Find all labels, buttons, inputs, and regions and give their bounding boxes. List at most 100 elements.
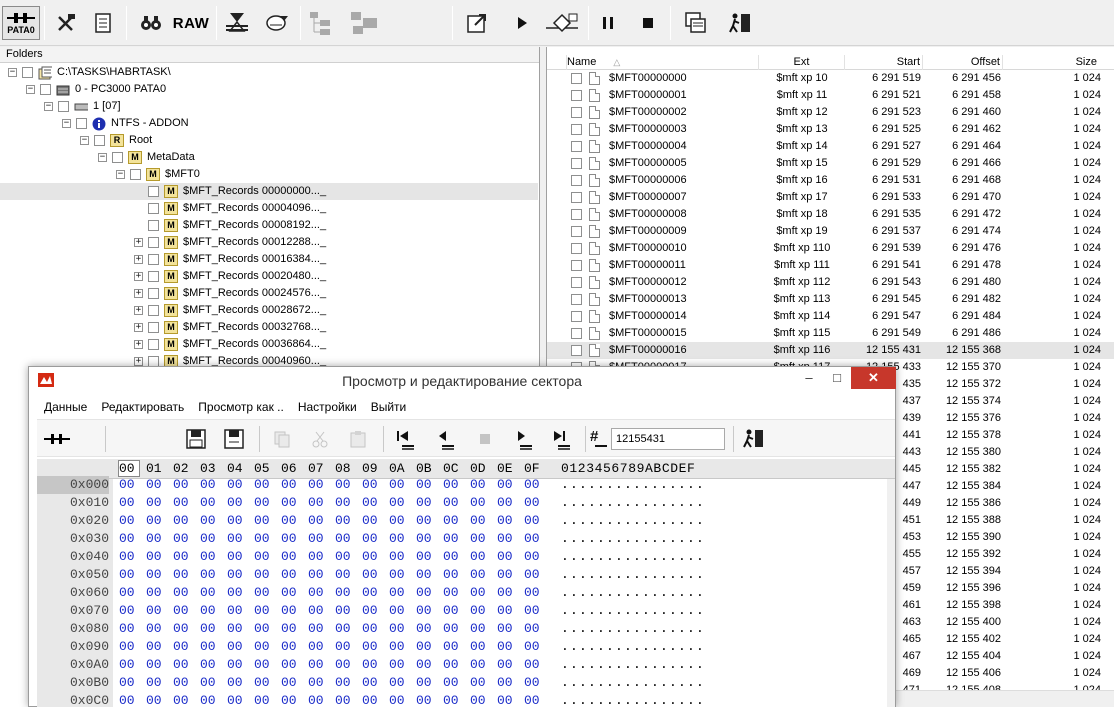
hex-byte[interactable]: 00: [443, 566, 459, 584]
list-row[interactable]: $MFT00000009 $mft xp 19 6 291 537 6 291 474…: [547, 223, 1114, 240]
hex-byte[interactable]: 00: [389, 494, 405, 512]
hex-byte[interactable]: 00: [146, 656, 162, 674]
hex-byte[interactable]: 00: [335, 620, 351, 638]
tree-node[interactable]: + M $MFT_Records 00028672..._: [0, 302, 538, 319]
hex-byte[interactable]: 00: [173, 692, 189, 707]
list-row[interactable]: $MFT00000016 $mft xp 116 12 155 431 12 155 …: [547, 342, 1114, 359]
hex-byte[interactable]: 00: [362, 512, 378, 530]
tree-node[interactable]: M $MFT_Records 00008192..._: [0, 217, 538, 234]
pata0-device-button[interactable]: PATA0: [2, 6, 40, 40]
hex-byte[interactable]: 00: [389, 548, 405, 566]
hex-byte[interactable]: 00: [389, 638, 405, 656]
collapse-toggle[interactable]: −: [62, 119, 71, 128]
hex-byte[interactable]: 00: [227, 674, 243, 692]
tree-node-checkbox[interactable]: [148, 322, 159, 333]
hex-byte[interactable]: 00: [470, 476, 486, 494]
hex-byte[interactable]: 00: [227, 494, 243, 512]
hex-byte[interactable]: 00: [200, 638, 216, 656]
hex-byte[interactable]: 00: [119, 602, 135, 620]
ascii-row[interactable]: ................: [561, 512, 705, 530]
hex-byte[interactable]: 00: [281, 674, 297, 692]
hex-byte[interactable]: 00: [173, 530, 189, 548]
hex-byte[interactable]: 00: [173, 548, 189, 566]
hex-byte[interactable]: 00: [497, 566, 513, 584]
hex-byte[interactable]: 00: [227, 476, 243, 494]
list-row[interactable]: $MFT00000014 $mft xp 114 6 291 547 6 291 48…: [547, 308, 1114, 325]
ascii-row[interactable]: ................: [561, 584, 705, 602]
hex-byte[interactable]: 00: [254, 584, 270, 602]
dialog-titlebar[interactable]: Просмотр и редактирование сектора – □ ✕: [29, 367, 896, 397]
list-row[interactable]: $MFT00000001 $mft xp 11 6 291 521 6 291 458…: [547, 87, 1114, 104]
hex-byte[interactable]: 00: [254, 548, 270, 566]
hex-byte[interactable]: 00: [416, 602, 432, 620]
ascii-row[interactable]: ................: [561, 674, 705, 692]
expand-toggle[interactable]: +: [134, 306, 143, 315]
hex-byte[interactable]: 00: [524, 692, 540, 707]
hex-byte[interactable]: 00: [362, 692, 378, 707]
exit-button[interactable]: [724, 6, 756, 40]
hex-byte[interactable]: 00: [497, 584, 513, 602]
expand-toggle[interactable]: +: [134, 357, 143, 366]
hex-byte[interactable]: 00: [524, 512, 540, 530]
hex-byte[interactable]: 00: [362, 602, 378, 620]
pause-button[interactable]: [594, 6, 622, 40]
open-task-button[interactable]: [462, 6, 492, 40]
ascii-row[interactable]: ................: [561, 638, 705, 656]
sector-tool-button[interactable]: [222, 6, 252, 40]
hex-byte[interactable]: 00: [335, 674, 351, 692]
expand-toggle[interactable]: +: [134, 255, 143, 264]
hex-byte[interactable]: 00: [146, 476, 162, 494]
ascii-row[interactable]: ................: [561, 566, 705, 584]
hex-byte[interactable]: 00: [389, 692, 405, 707]
hex-byte[interactable]: 00: [281, 620, 297, 638]
hex-byte[interactable]: 00: [470, 548, 486, 566]
tree-node-checkbox[interactable]: [148, 186, 159, 197]
hex-byte[interactable]: 00: [497, 494, 513, 512]
expand-toggle[interactable]: +: [134, 272, 143, 281]
hex-byte[interactable]: 00: [281, 566, 297, 584]
hex-byte[interactable]: 00: [524, 530, 540, 548]
hex-byte[interactable]: 00: [362, 530, 378, 548]
size-column-header[interactable]: Size: [1003, 55, 1099, 70]
expand-toggle[interactable]: +: [134, 238, 143, 247]
hex-byte[interactable]: 00: [146, 602, 162, 620]
list-row[interactable]: $MFT00000013 $mft xp 113 6 291 545 6 291 48…: [547, 291, 1114, 308]
hex-byte[interactable]: 00: [146, 638, 162, 656]
ext-column-header[interactable]: Ext: [759, 55, 845, 70]
start-column-header[interactable]: Start: [845, 55, 923, 70]
hex-byte[interactable]: 00: [497, 656, 513, 674]
hex-byte[interactable]: 00: [200, 674, 216, 692]
list-row[interactable]: $MFT00000015 $mft xp 115 6 291 549 6 291 48…: [547, 325, 1114, 342]
tree-node-checkbox[interactable]: [130, 169, 141, 180]
tree-node[interactable]: + M $MFT_Records 00012288..._: [0, 234, 538, 251]
hex-byte[interactable]: 00: [335, 566, 351, 584]
hex-byte[interactable]: 00: [470, 566, 486, 584]
tree-node-checkbox[interactable]: [148, 339, 159, 350]
hex-byte[interactable]: 00: [443, 476, 459, 494]
hex-byte[interactable]: 00: [308, 476, 324, 494]
hex-byte[interactable]: 00: [497, 674, 513, 692]
hex-byte[interactable]: 00: [254, 530, 270, 548]
hex-byte[interactable]: 00: [443, 620, 459, 638]
tree-node-checkbox[interactable]: [22, 67, 33, 78]
hex-byte[interactable]: 00: [227, 530, 243, 548]
hex-byte[interactable]: 00: [524, 584, 540, 602]
hex-byte[interactable]: 00: [254, 656, 270, 674]
row-checkbox[interactable]: [571, 226, 582, 237]
hex-byte[interactable]: 00: [119, 476, 135, 494]
tree-node-checkbox[interactable]: [40, 84, 51, 95]
hex-byte[interactable]: 00: [119, 674, 135, 692]
expand-toggle[interactable]: +: [134, 289, 143, 298]
hex-byte[interactable]: 00: [443, 584, 459, 602]
hex-byte[interactable]: 00: [470, 584, 486, 602]
row-checkbox[interactable]: [571, 260, 582, 271]
hex-byte[interactable]: 00: [227, 620, 243, 638]
hex-byte[interactable]: 00: [335, 530, 351, 548]
hex-byte[interactable]: 00: [416, 476, 432, 494]
hex-byte[interactable]: 00: [443, 656, 459, 674]
hex-byte[interactable]: 00: [362, 584, 378, 602]
tree-node-checkbox[interactable]: [148, 254, 159, 265]
expand-toggle[interactable]: +: [134, 323, 143, 332]
sector-number-input[interactable]: [611, 428, 725, 450]
tree-node-checkbox[interactable]: [148, 220, 159, 231]
